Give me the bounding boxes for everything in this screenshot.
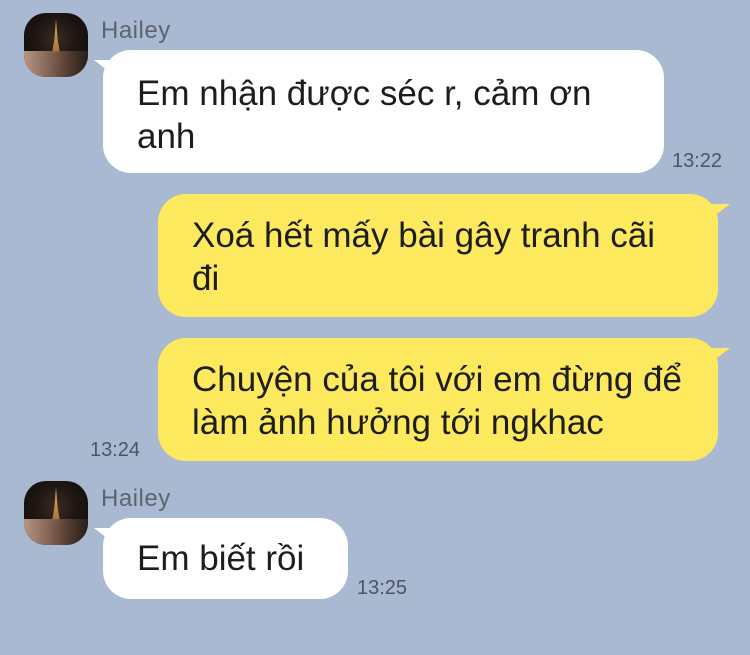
message-bubble-outgoing[interactable]: Xoá hết mấy bài gây tranh cãi đi — [158, 194, 718, 317]
message-text: Em nhận được séc r, cảm ơn anh — [137, 74, 592, 156]
message-text: Xoá hết mấy bài gây tranh cãi đi — [192, 216, 656, 298]
message-bubble-incoming[interactable]: Em nhận được séc r, cảm ơn anh — [103, 50, 664, 173]
avatar-photo-foreground — [24, 51, 88, 77]
bubble-tail — [712, 204, 730, 218]
eiffel-tower-icon — [52, 19, 60, 53]
contact-avatar[interactable] — [24, 481, 88, 545]
bubble-tail — [712, 348, 730, 362]
contact-avatar[interactable] — [24, 13, 88, 77]
message-bubble-incoming[interactable]: Em biết rồi — [103, 518, 348, 599]
sender-name: Hailey — [101, 17, 171, 44]
eiffel-tower-icon — [52, 487, 60, 521]
avatar-photo-foreground — [24, 519, 88, 545]
message-text: Chuyện của tôi với em đừng để làm ảnh hư… — [192, 360, 682, 442]
message-timestamp: 13:22 — [672, 150, 723, 172]
message-bubble-outgoing[interactable]: Chuyện của tôi với em đừng để làm ảnh hư… — [158, 338, 718, 461]
message-timestamp: 13:24 — [90, 439, 141, 461]
message-text: Em biết rồi — [137, 539, 305, 578]
message-timestamp: 13:25 — [357, 577, 408, 599]
sender-name: Hailey — [101, 485, 171, 512]
